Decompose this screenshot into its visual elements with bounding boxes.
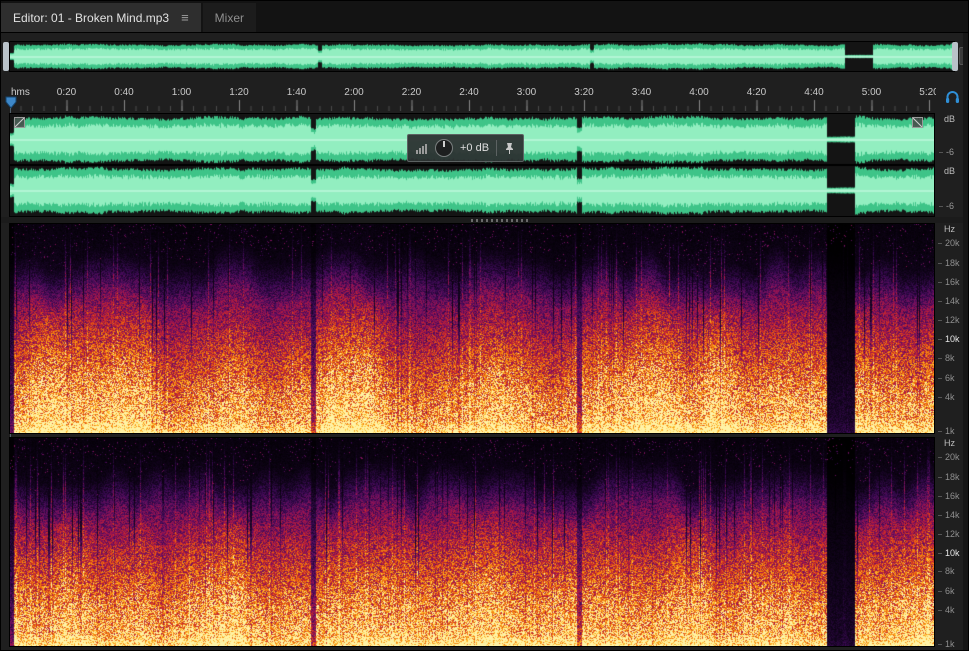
timeline-label: 2:20 bbox=[401, 87, 422, 98]
timeline-label: 4:00 bbox=[689, 87, 709, 98]
panel-menu-icon[interactable]: ≡ bbox=[181, 10, 189, 25]
hz-tick-label: 16k bbox=[938, 490, 960, 501]
timeline-label: 2:40 bbox=[459, 87, 479, 98]
hud-divider bbox=[496, 140, 498, 156]
overview-strip[interactable] bbox=[9, 41, 955, 72]
timeline-label: 4:40 bbox=[804, 87, 824, 98]
hz-unit-label: Hz bbox=[944, 438, 955, 448]
timeline-label: 2:00 bbox=[344, 87, 364, 98]
splitter-grip[interactable] bbox=[471, 219, 531, 222]
timeline-label: 5:20 bbox=[919, 87, 936, 98]
monitor-headphones-icon[interactable] bbox=[945, 90, 960, 104]
hz-tick-label: 12k bbox=[938, 315, 960, 326]
overview-range-handle-right[interactable] bbox=[952, 42, 958, 71]
hz-tick-label: 6k bbox=[938, 586, 955, 597]
hz-tick-label: 4k bbox=[938, 605, 955, 616]
gain-hud: +0 dB bbox=[407, 134, 525, 162]
timeline-label: 1:20 bbox=[229, 87, 249, 98]
spectrogram-canvas-left[interactable] bbox=[10, 224, 934, 433]
fade-in-handle[interactable] bbox=[14, 117, 25, 128]
timeline-label: 0:20 bbox=[56, 87, 77, 98]
timeline-label: 5:00 bbox=[861, 87, 882, 98]
timeline-label: 1:40 bbox=[286, 87, 307, 98]
panel-right-edge bbox=[963, 33, 968, 650]
hz-tick-label: 1k bbox=[938, 638, 955, 649]
hz-tick-label: 18k bbox=[938, 471, 960, 482]
hz-unit-label: Hz bbox=[944, 224, 955, 234]
hz-tick-label: 16k bbox=[938, 277, 960, 288]
spectral-display-left[interactable] bbox=[9, 223, 935, 434]
hz-tick-label: 8k bbox=[938, 566, 955, 577]
fade-out-handle[interactable] bbox=[912, 117, 923, 128]
playhead-marker[interactable] bbox=[5, 96, 17, 109]
gain-knob[interactable] bbox=[435, 139, 453, 157]
timeline-label: 3:20 bbox=[574, 87, 594, 98]
waveform-display[interactable] bbox=[9, 113, 935, 217]
tab-mixer[interactable]: Mixer bbox=[202, 3, 257, 32]
pin-icon[interactable] bbox=[504, 142, 515, 155]
hz-tick-label: 10k bbox=[938, 334, 960, 345]
db-unit-label: dB bbox=[944, 114, 956, 124]
hz-tick-label: 14k bbox=[938, 509, 960, 520]
hz-tick-label: 8k bbox=[938, 353, 955, 364]
timeline-label: 1:00 bbox=[171, 87, 192, 98]
tab-mixer-label: Mixer bbox=[214, 10, 245, 25]
db-tick-label: -6 bbox=[938, 201, 955, 211]
hz-tick-label: 18k bbox=[938, 258, 960, 269]
hz-tick-label: 20k bbox=[938, 238, 960, 249]
hz-tick-label: 1k bbox=[938, 425, 955, 436]
hz-scale-right: Hz 20k 18k 16k 14k 12k 10k 8k 6k 4k 1k bbox=[937, 437, 963, 649]
db-tick-label: -6 bbox=[938, 147, 955, 157]
hz-tick-label: 12k bbox=[938, 528, 960, 539]
hz-tick-label: 10k bbox=[938, 547, 960, 558]
gain-value: +0 dB bbox=[460, 142, 490, 154]
waveform-canvas[interactable] bbox=[10, 114, 934, 216]
tab-editor[interactable]: Editor: 01 - Broken Mind.mp3 ≡ bbox=[1, 3, 201, 32]
db-unit-label: dB bbox=[944, 166, 956, 176]
overview-range-handle-left[interactable] bbox=[3, 42, 9, 71]
level-meter-icon bbox=[416, 144, 427, 154]
hz-tick-label: 14k bbox=[938, 296, 960, 307]
timeline-label: 0:40 bbox=[114, 87, 134, 98]
timeline-label: 4:20 bbox=[746, 87, 767, 98]
hz-tick-label: 6k bbox=[938, 373, 955, 384]
hz-scale-left: Hz 20k 18k 16k 14k 12k 10k 8k 6k 4k 1k bbox=[937, 223, 963, 436]
timeline-label: 3:00 bbox=[516, 87, 537, 98]
audition-editor-window: Editor: 01 - Broken Mind.mp3 ≡ Mixer hms… bbox=[0, 0, 969, 651]
tab-editor-label: Editor: 01 - Broken Mind.mp3 bbox=[13, 10, 170, 25]
spectral-display-right[interactable] bbox=[9, 437, 935, 647]
db-scale-channel-1: dB -6 bbox=[937, 113, 963, 164]
hz-tick-label: 20k bbox=[938, 451, 960, 462]
timeline-label: 3:40 bbox=[631, 87, 652, 98]
overview-waveform-canvas[interactable] bbox=[10, 42, 954, 71]
panel-tab-bar: Editor: 01 - Broken Mind.mp3 ≡ Mixer bbox=[1, 1, 968, 33]
db-scale-channel-2: dB -6 bbox=[937, 165, 963, 217]
spectrogram-canvas-right[interactable] bbox=[10, 438, 934, 646]
hz-tick-label: 4k bbox=[938, 392, 955, 403]
timeline-ruler[interactable]: hms 0:20 0:40 1:00 1:20 1:40 2:00 2:20 2:40 3:00… bbox=[9, 85, 936, 111]
